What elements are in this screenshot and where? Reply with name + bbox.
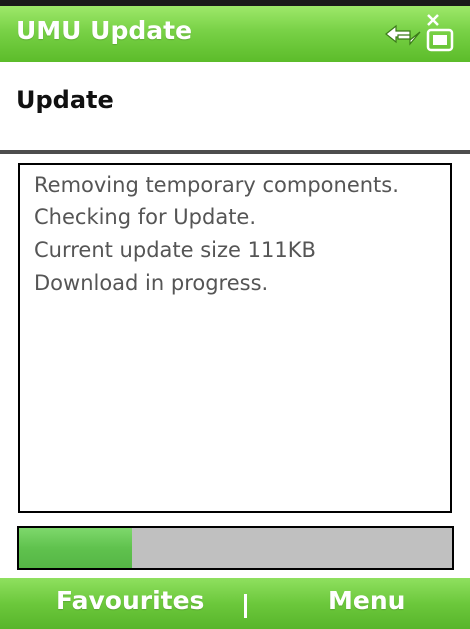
softkey-divider xyxy=(244,594,247,618)
log-line: Checking for Update. xyxy=(34,205,257,229)
title-bar: UMU Update xyxy=(0,6,470,63)
no-signal-icon xyxy=(426,14,454,52)
page-heading: Update xyxy=(16,86,114,114)
softkey-bar: Favourites Menu xyxy=(0,578,470,629)
download-progress-bar xyxy=(17,526,454,570)
favourites-softkey[interactable]: Favourites xyxy=(56,586,204,615)
header-divider xyxy=(0,150,470,154)
phone-screen: UMU Update Update Removing temporary com… xyxy=(0,0,470,629)
log-line: Removing temporary components. xyxy=(34,173,399,197)
update-log[interactable]: Removing temporary components. Checking … xyxy=(18,163,452,513)
log-line: Current update size 111KB xyxy=(34,238,316,262)
app-title: UMU Update xyxy=(16,16,193,45)
menu-softkey[interactable]: Menu xyxy=(328,586,405,615)
log-line: Download in progress. xyxy=(34,271,269,295)
progress-fill xyxy=(19,528,132,568)
subheader: Update xyxy=(0,62,470,150)
